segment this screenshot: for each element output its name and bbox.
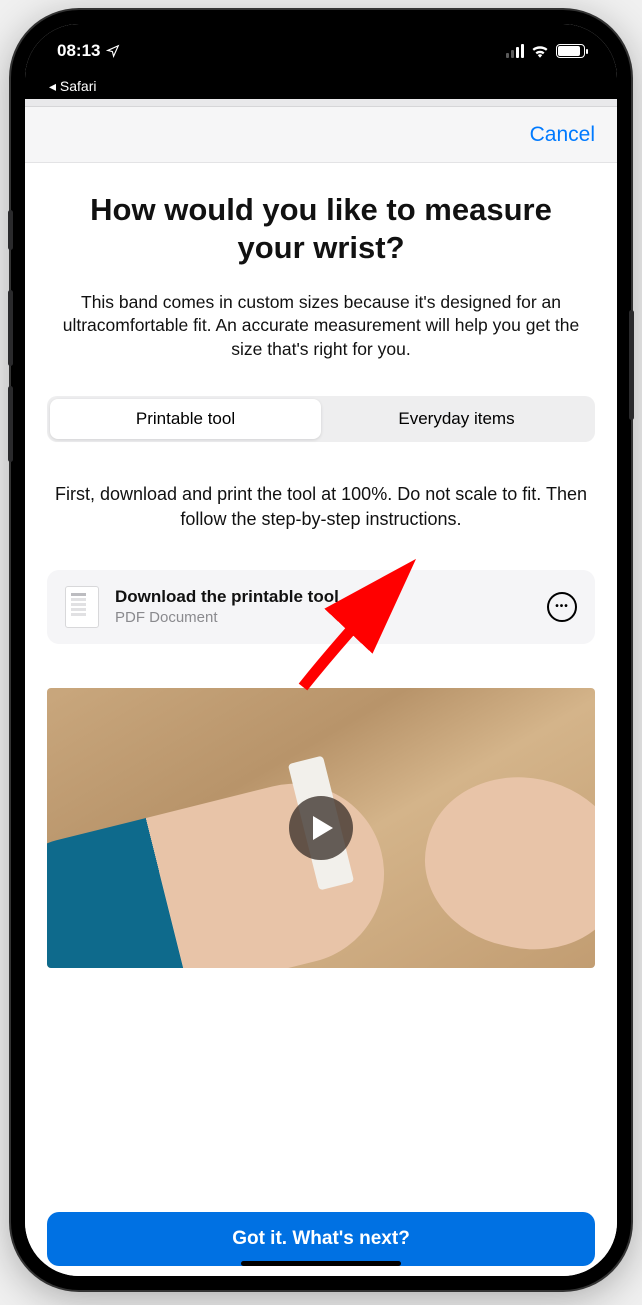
next-button[interactable]: Got it. What's next?: [47, 1212, 595, 1266]
download-card[interactable]: Download the printable tool PDF Document…: [47, 570, 595, 644]
screen: 08:13 ◂ Safari Cancel How would you like…: [25, 24, 617, 1276]
dynamic-island: [246, 24, 396, 64]
video-thumbnail[interactable]: [47, 688, 595, 968]
cancel-button[interactable]: Cancel: [530, 123, 595, 147]
video-hand-graphic: [410, 759, 595, 967]
play-icon: [312, 816, 334, 840]
sheet-background-peek: [25, 99, 617, 107]
modal-nav-bar: Cancel: [25, 107, 617, 163]
phone-frame: 08:13 ◂ Safari Cancel How would you like…: [11, 10, 631, 1290]
page-subtitle: This band comes in custom sizes because …: [47, 291, 595, 362]
home-indicator[interactable]: [241, 1261, 401, 1266]
download-subtitle: PDF Document: [115, 609, 531, 626]
segment-printable-tool[interactable]: Printable tool: [50, 399, 321, 439]
download-title: Download the printable tool: [115, 587, 531, 607]
back-to-app[interactable]: ◂ Safari: [25, 78, 617, 99]
more-options-button[interactable]: •••: [547, 592, 577, 622]
page-title: How would you like to measure your wrist…: [47, 191, 595, 267]
cellular-icon: [506, 44, 524, 58]
mute-switch: [8, 210, 13, 250]
wifi-icon: [531, 44, 549, 58]
power-button: [629, 310, 634, 420]
battery-icon: [556, 44, 585, 58]
segment-everyday-items[interactable]: Everyday items: [321, 399, 592, 439]
instructions-text: First, download and print the tool at 10…: [47, 482, 595, 532]
status-time: 08:13: [57, 41, 100, 61]
document-icon: [65, 586, 99, 628]
segmented-control: Printable tool Everyday items: [47, 396, 595, 442]
volume-down: [8, 386, 13, 462]
content-area: How would you like to measure your wrist…: [25, 163, 617, 1198]
volume-up: [8, 290, 13, 366]
play-button[interactable]: [289, 796, 353, 860]
back-app-label: Safari: [60, 78, 97, 94]
location-icon: [106, 44, 120, 58]
